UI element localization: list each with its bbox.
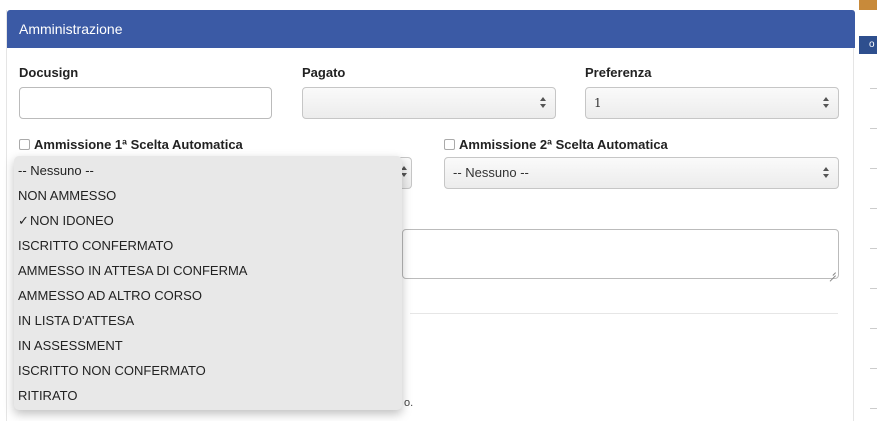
background-divider <box>870 248 877 249</box>
select-arrows-icon <box>823 97 830 109</box>
preferenza-select[interactable]: 1 <box>585 87 839 119</box>
ammissione-2-checkbox[interactable] <box>444 139 455 150</box>
ammissione-2-label: Ammissione 2ª Scelta Automatica <box>459 137 668 152</box>
background-window-header: o <box>859 36 877 54</box>
background-divider <box>870 288 877 289</box>
docusign-label: Docusign <box>19 65 79 80</box>
select-arrows-icon <box>540 97 547 109</box>
pagato-label: Pagato <box>302 65 346 80</box>
ammissione-1-checkbox[interactable] <box>19 139 30 150</box>
docusign-input[interactable] <box>19 87 272 119</box>
ammissione-2-select[interactable]: -- Nessuno -- <box>444 157 839 189</box>
dropdown-option-selected[interactable]: ✓NON IDONEO <box>14 208 402 233</box>
option-label: -- Nessuno -- <box>18 163 94 178</box>
option-label: AMMESSO IN ATTESA DI CONFERMA <box>18 263 248 278</box>
background-divider <box>870 168 877 169</box>
background-divider <box>870 408 877 409</box>
ammissione-1-row[interactable]: Ammissione 1ª Scelta Automatica <box>19 137 243 152</box>
ammissione-1-label: Ammissione 1ª Scelta Automatica <box>34 137 243 152</box>
background-divider <box>870 328 877 329</box>
option-label: NON AMMESSO <box>18 188 117 203</box>
background-divider <box>870 88 877 89</box>
select-arrows-icon <box>401 166 408 178</box>
checkmark-icon: ✓ <box>18 213 29 228</box>
section-divider <box>410 313 838 314</box>
dropdown-option[interactable]: IN LISTA D'ATTESA <box>14 308 402 333</box>
background-divider <box>870 368 877 369</box>
option-label: AMMESSO AD ALTRO CORSO <box>18 288 202 303</box>
ammissione-1-dropdown-menu: -- Nessuno -- NON AMMESSO ✓NON IDONEO IS… <box>14 156 402 410</box>
dropdown-option[interactable]: -- Nessuno -- <box>14 158 402 183</box>
dropdown-option[interactable]: IN ASSESSMENT <box>14 333 402 358</box>
preferenza-value: 1 <box>594 96 602 110</box>
pagato-select[interactable] <box>302 87 556 119</box>
option-label: ISCRITTO NON CONFERMATO <box>18 363 206 378</box>
resize-handle-icon[interactable] <box>828 268 836 276</box>
ammissione-2-value: -- Nessuno -- <box>453 165 529 180</box>
option-label: ISCRITTO CONFERMATO <box>18 238 174 253</box>
dropdown-option[interactable]: RITIRATO <box>14 383 402 408</box>
dropdown-option[interactable]: ISCRITTO CONFERMATO <box>14 233 402 258</box>
option-label: NON IDONEO <box>30 213 114 228</box>
dropdown-option[interactable]: ISCRITTO NON CONFERMATO <box>14 358 402 383</box>
background-window-edge <box>859 0 877 10</box>
option-label: IN ASSESSMENT <box>18 338 123 353</box>
dropdown-option[interactable]: NON AMMESSO <box>14 183 402 208</box>
background-divider <box>870 128 877 129</box>
select-arrows-icon <box>823 167 830 179</box>
notes-textarea[interactable] <box>402 229 839 279</box>
background-divider <box>870 208 877 209</box>
background-window-letter: o <box>869 39 875 50</box>
option-label: IN LISTA D'ATTESA <box>18 313 135 328</box>
dropdown-option[interactable]: AMMESSO AD ALTRO CORSO <box>14 283 402 308</box>
partial-text: o. <box>404 397 414 409</box>
panel-title: Amministrazione <box>7 10 855 48</box>
dropdown-option[interactable]: AMMESSO IN ATTESA DI CONFERMA <box>14 258 402 283</box>
preferenza-label: Preferenza <box>585 65 652 80</box>
option-label: RITIRATO <box>18 388 78 403</box>
ammissione-2-row[interactable]: Ammissione 2ª Scelta Automatica <box>444 137 668 152</box>
